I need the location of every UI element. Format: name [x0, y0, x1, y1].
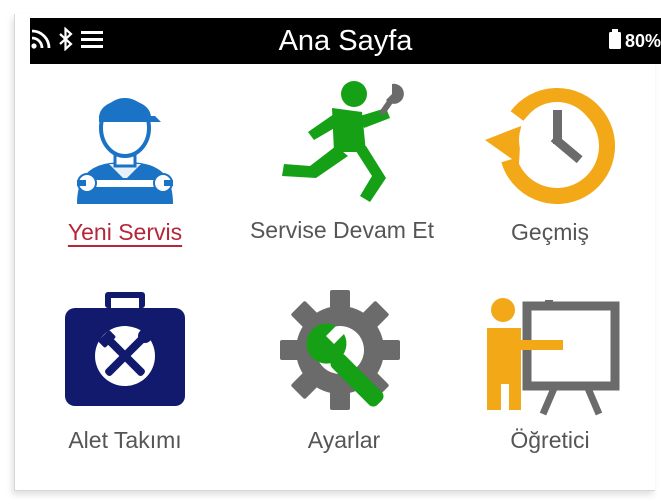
menu-item-label-toolkit: Alet Takımı — [68, 427, 182, 453]
menu-item-tutorial[interactable]: Öğretici — [450, 288, 650, 478]
battery-icon — [608, 28, 622, 55]
menu-item-label-tutorial: Öğretici — [510, 427, 590, 453]
tutorial-icon — [450, 288, 650, 418]
status-bar: Ana Sayfa 80% — [30, 18, 661, 64]
settings-gear-icon — [244, 288, 444, 418]
mechanic-icon — [25, 76, 225, 206]
battery-indicator: 80% — [608, 18, 661, 64]
history-clock-icon — [450, 74, 650, 204]
toolbox-icon — [25, 290, 225, 410]
menu-item-new-service[interactable]: Yeni Servis — [25, 70, 225, 265]
page-title: Ana Sayfa — [278, 25, 413, 57]
menu-item-toolkit[interactable]: Alet Takımı — [25, 288, 225, 478]
menu-item-label-continue-service: Servise Devam Et — [249, 217, 435, 243]
menu-item-continue-service[interactable]: Servise Devam Et — [242, 70, 442, 275]
menu-item-history[interactable]: Geçmiş — [450, 70, 650, 265]
menu-item-settings[interactable]: Ayarlar — [244, 288, 444, 478]
home-screen: Ana Sayfa 80% Yeni Servis Servise Devam … — [0, 0, 661, 504]
running-mechanic-icon — [242, 74, 442, 204]
menu-item-label-new-service: Yeni Servis — [67, 219, 183, 245]
menu-item-label-settings: Ayarlar — [307, 427, 381, 453]
battery-percent: 80% — [624, 30, 661, 51]
menu-item-label-history: Geçmiş — [511, 219, 589, 245]
